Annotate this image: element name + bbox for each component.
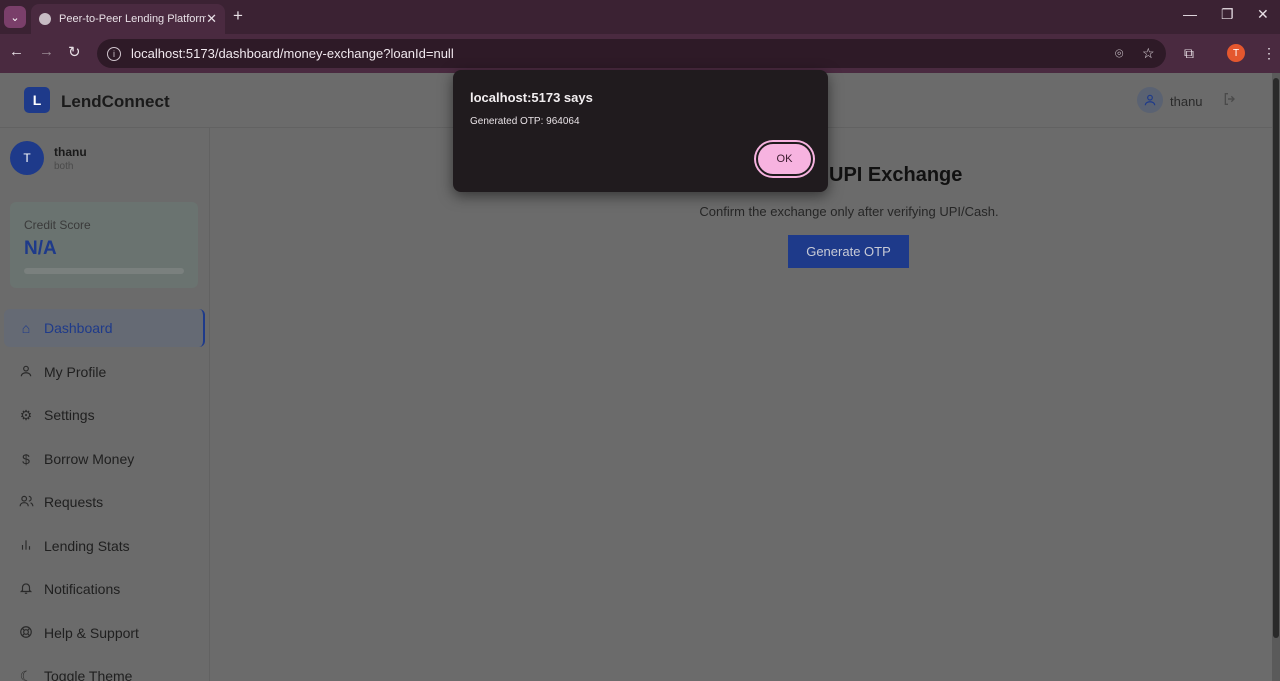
tab-title: Peer-to-Peer Lending Platform [59, 13, 207, 25]
users-icon [18, 494, 34, 511]
address-bar[interactable]: i localhost:5173/dashboard/money-exchang… [97, 39, 1166, 68]
logo: L [24, 87, 50, 113]
back-icon[interactable]: ← [9, 43, 24, 60]
browser-toolbar: ← → ↻ i localhost:5173/dashboard/money-e… [0, 34, 1280, 73]
dialog-message: Generated OTP: 964064 [470, 116, 580, 127]
page-subtitle: Confirm the exchange only after verifyin… [699, 204, 999, 219]
sidebar-item-notifications[interactable]: Notifications [4, 570, 205, 608]
lifebuoy-icon [18, 625, 34, 642]
globe-icon [39, 13, 51, 25]
gear-icon: ⚙ [19, 406, 33, 423]
sidebar-item-dashboard[interactable]: ⌂ Dashboard [4, 309, 205, 347]
logout-icon[interactable] [1222, 91, 1238, 112]
page-title: UPI Exchange [829, 164, 963, 186]
sidebar-item-toggle-theme[interactable]: ☾ Toggle Theme [4, 657, 205, 681]
site-info-icon[interactable]: i [107, 46, 121, 61]
home-icon: ⌂ [21, 320, 31, 336]
alert-dialog: localhost:5173 says Generated OTP: 96406… [453, 70, 828, 192]
sidebar-item-settings[interactable]: ⚙ Settings [4, 396, 205, 434]
brand-name: LendConnect [61, 92, 170, 111]
reload-icon[interactable]: ↻ [68, 43, 81, 61]
minimize-icon[interactable]: — [1183, 6, 1197, 22]
sidebar-item-label: Borrow Money [44, 451, 135, 467]
window-close-icon[interactable]: ✕ [1257, 6, 1269, 23]
sidebar-item-label: Toggle Theme [44, 668, 133, 681]
sidebar-item-help-support[interactable]: Help & Support [4, 614, 205, 652]
bookmark-star-icon[interactable]: ☆ [1142, 45, 1155, 62]
dollar-icon: $ [22, 451, 30, 467]
sidebar-user-name: thanu [54, 145, 87, 159]
sidebar-item-label: Requests [44, 494, 104, 510]
sidebar-item-label: My Profile [44, 364, 107, 380]
header-user-name[interactable]: thanu [1170, 94, 1203, 109]
sidebar: T thanu both Credit Score N/A ⌂ Dashboar… [0, 128, 210, 681]
sidebar-item-label: Settings [44, 407, 95, 423]
browser-tab[interactable]: Peer-to-Peer Lending Platform ✕ [31, 4, 225, 34]
location-icon[interactable]: ⌾ [1115, 45, 1123, 62]
sidebar-item-label: Dashboard [44, 320, 113, 336]
credit-score-label: Credit Score [24, 218, 91, 232]
new-tab-icon[interactable]: + [233, 6, 243, 26]
credit-score-bar [24, 268, 184, 274]
browser-menu-icon[interactable]: ⋮ [1262, 45, 1276, 62]
restore-icon[interactable]: ❐ [1221, 6, 1234, 23]
url-text[interactable]: localhost:5173/dashboard/money-exchange?… [131, 46, 454, 61]
sidebar-item-label: Lending Stats [44, 538, 130, 554]
sidebar-item-label: Help & Support [44, 625, 139, 641]
sidebar-user-role: both [54, 161, 74, 172]
sidebar-item-lending-stats[interactable]: Lending Stats [4, 527, 205, 565]
credit-score-value: N/A [24, 238, 57, 259]
ok-button[interactable]: OK [756, 142, 813, 176]
sidebar-item-borrow-money[interactable]: $ Borrow Money [4, 440, 205, 478]
bell-icon [18, 581, 34, 598]
user-icon [18, 364, 34, 381]
avatar: T [10, 141, 44, 175]
credit-score-card: Credit Score N/A [10, 202, 198, 288]
forward-icon[interactable]: → [39, 43, 54, 60]
browser-tab-bar: ⌄ Peer-to-Peer Lending Platform ✕ + — ❐ … [0, 0, 1280, 34]
moon-icon: ☾ [19, 667, 33, 681]
sidebar-item-label: Notifications [44, 581, 121, 597]
bar-chart-icon [18, 538, 34, 555]
sidebar-item-my-profile[interactable]: My Profile [4, 353, 205, 391]
browser-profile-avatar[interactable]: T [1227, 44, 1245, 62]
extensions-icon[interactable]: ⧉ [1184, 45, 1194, 62]
dialog-title: localhost:5173 says [470, 90, 593, 105]
tab-search-icon[interactable]: ⌄ [4, 6, 26, 28]
user-icon[interactable] [1137, 87, 1163, 113]
scrollbar-thumb[interactable] [1273, 78, 1279, 638]
sidebar-item-requests[interactable]: Requests [4, 483, 205, 521]
generate-otp-button[interactable]: Generate OTP [788, 235, 909, 268]
tab-close-icon[interactable]: ✕ [206, 11, 217, 27]
